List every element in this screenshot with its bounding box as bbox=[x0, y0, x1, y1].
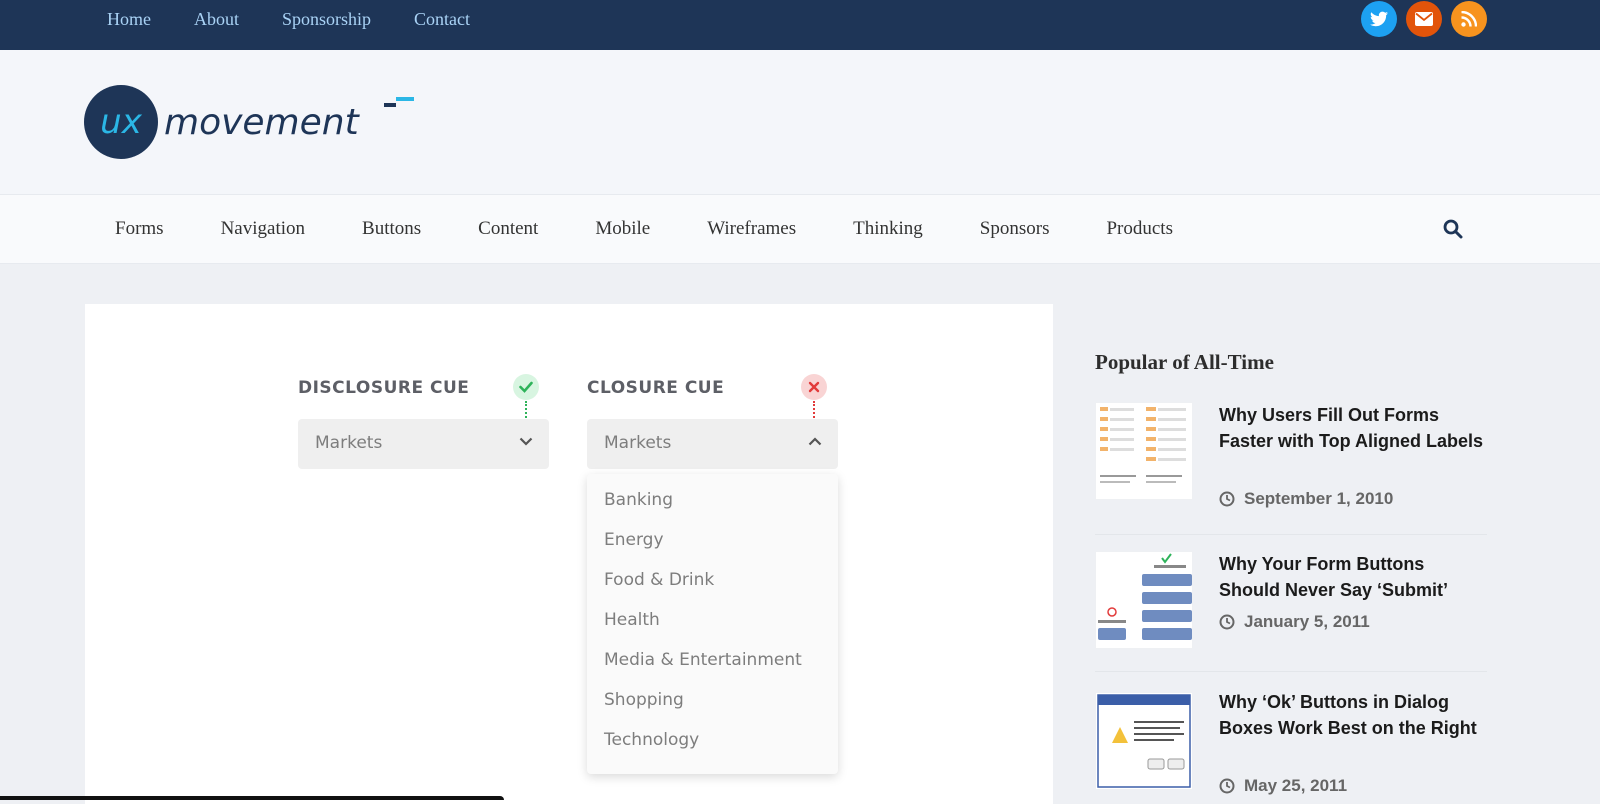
clock-icon bbox=[1219, 491, 1235, 507]
clock-icon bbox=[1219, 778, 1235, 794]
dropdown-option[interactable]: Banking bbox=[604, 490, 673, 510]
svg-text:movement: movement bbox=[164, 102, 361, 143]
close-icon bbox=[808, 381, 820, 393]
rss-icon bbox=[1461, 11, 1477, 27]
category-bar: Forms Navigation Buttons Content Mobile … bbox=[0, 194, 1600, 264]
divider bbox=[1095, 671, 1487, 672]
post-date: September 1, 2010 bbox=[1219, 489, 1393, 509]
top-nav-home[interactable]: Home bbox=[107, 9, 151, 30]
cat-buttons[interactable]: Buttons bbox=[362, 218, 421, 240]
dropdown-option[interactable]: Health bbox=[604, 610, 660, 630]
dropdown-option[interactable]: Energy bbox=[604, 530, 664, 550]
top-bar: Home About Sponsorship Contact bbox=[0, 0, 1600, 50]
disclosure-cue-label: DISCLOSURE CUE bbox=[298, 378, 470, 398]
closure-cue-label: CLOSURE CUE bbox=[587, 378, 725, 398]
post-title[interactable]: Why Users Fill Out Forms Faster with Top… bbox=[1219, 402, 1487, 454]
twitter-icon bbox=[1370, 11, 1388, 27]
email-button[interactable] bbox=[1406, 1, 1442, 37]
post-title[interactable]: Why ‘Ok’ Buttons in Dialog Boxes Work Be… bbox=[1219, 689, 1487, 741]
top-nav-sponsorship[interactable]: Sponsorship bbox=[282, 9, 371, 30]
top-nav: Home About Sponsorship Contact bbox=[107, 0, 513, 38]
svg-text:ux: ux bbox=[100, 102, 143, 142]
dropdown-option[interactable]: Technology bbox=[604, 730, 699, 750]
check-badge bbox=[513, 374, 539, 400]
post-date: May 25, 2011 bbox=[1219, 776, 1347, 796]
sidebar-title: Popular of All-Time bbox=[1095, 350, 1274, 374]
dropdown-option[interactable]: Shopping bbox=[604, 690, 684, 710]
chevron-up-icon bbox=[808, 437, 822, 446]
check-icon bbox=[519, 381, 533, 393]
top-nav-contact[interactable]: Contact bbox=[414, 9, 470, 30]
cat-wireframes[interactable]: Wireframes bbox=[707, 218, 796, 240]
closure-select-value: Markets bbox=[604, 433, 672, 453]
post-date-text: May 25, 2011 bbox=[1244, 776, 1348, 795]
cat-content[interactable]: Content bbox=[478, 218, 538, 240]
cat-forms[interactable]: Forms bbox=[115, 218, 164, 240]
post-thumbnail[interactable] bbox=[1095, 402, 1193, 500]
closure-select[interactable]: Markets bbox=[587, 419, 838, 469]
disclosure-select[interactable]: Markets bbox=[298, 419, 549, 469]
article-image: DISCLOSURE CUE Markets CLOSURE CUE Marke… bbox=[85, 304, 1053, 804]
cat-products[interactable]: Products bbox=[1106, 218, 1173, 240]
cat-mobile[interactable]: Mobile bbox=[595, 218, 650, 240]
bottom-overlay-bar bbox=[0, 796, 504, 800]
social-links bbox=[1352, 1, 1487, 37]
search-icon bbox=[1443, 219, 1463, 239]
clock-icon bbox=[1219, 614, 1235, 630]
dialog-thumbnail-icon bbox=[1097, 694, 1191, 788]
search-button[interactable] bbox=[1443, 219, 1465, 241]
dropdown-option[interactable]: Food & Drink bbox=[604, 570, 714, 590]
category-nav: Forms Navigation Buttons Content Mobile … bbox=[115, 195, 1230, 263]
dropdown-option[interactable]: Media & Entertainment bbox=[604, 650, 802, 670]
cat-navigation[interactable]: Navigation bbox=[221, 218, 305, 240]
post-title[interactable]: Why Your Form Buttons Should Never Say ‘… bbox=[1219, 551, 1487, 603]
closure-dropdown-menu: Banking Energy Food & Drink Health Media… bbox=[587, 474, 838, 774]
post-thumbnail[interactable] bbox=[1095, 551, 1193, 649]
disclosure-select-value: Markets bbox=[315, 433, 383, 453]
cat-thinking[interactable]: Thinking bbox=[853, 218, 923, 240]
divider bbox=[1095, 534, 1487, 535]
site-logo[interactable]: ux movement bbox=[84, 85, 424, 165]
cat-sponsors[interactable]: Sponsors bbox=[980, 218, 1050, 240]
cross-badge bbox=[801, 374, 827, 400]
rss-button[interactable] bbox=[1451, 1, 1487, 37]
twitter-button[interactable] bbox=[1361, 1, 1397, 37]
form-buttons-thumbnail-icon bbox=[1098, 553, 1192, 640]
chevron-down-icon bbox=[519, 437, 533, 446]
post-date: January 5, 2011 bbox=[1219, 612, 1370, 632]
post-thumbnail[interactable] bbox=[1095, 692, 1193, 790]
envelope-icon bbox=[1415, 12, 1433, 26]
post-date-text: September 1, 2010 bbox=[1244, 489, 1394, 508]
post-date-text: January 5, 2011 bbox=[1244, 612, 1370, 631]
top-nav-about[interactable]: About bbox=[194, 9, 239, 30]
form-labels-thumbnail-icon bbox=[1100, 407, 1186, 483]
logo-icon: ux movement bbox=[84, 85, 414, 159]
